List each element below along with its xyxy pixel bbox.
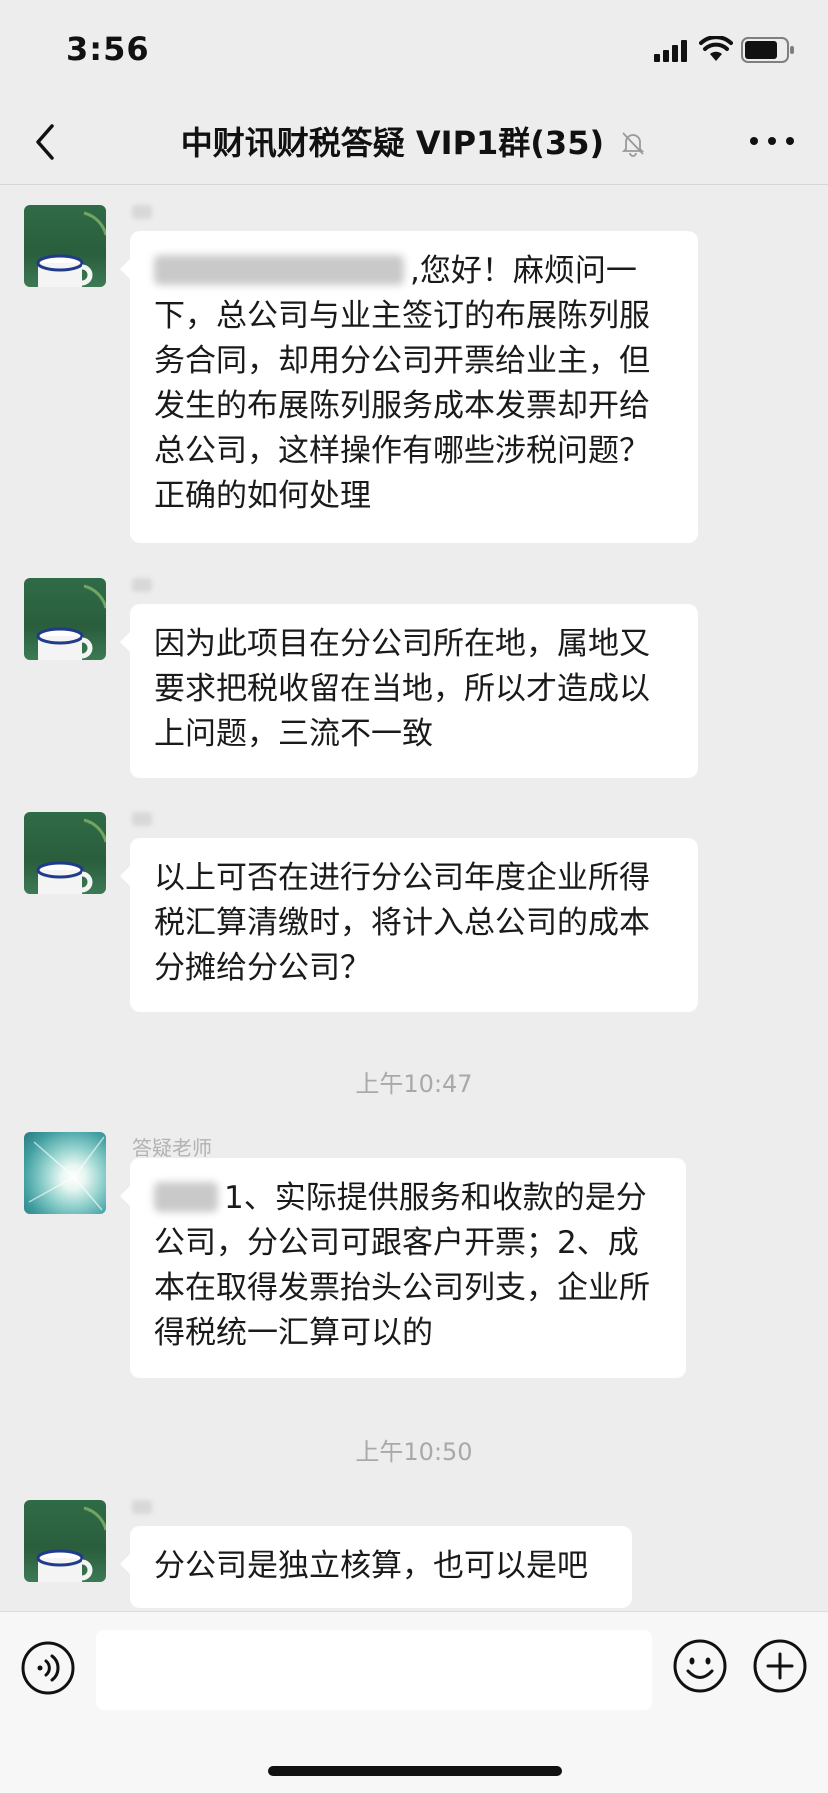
mention-redacted bbox=[154, 1182, 218, 1212]
light-burst-avatar-icon bbox=[28, 1136, 105, 1211]
mug-avatar-icon bbox=[36, 211, 106, 287]
sender-name: 答疑老师 bbox=[132, 1136, 212, 1160]
message-bubble[interactable]: 以上可否在进行分公司年度企业所得税汇算清缴时，将计入总公司的成本分摊给分公司？ bbox=[120, 838, 698, 1012]
status-bar: 3:56 bbox=[0, 0, 828, 100]
timestamp: 上午10:50 bbox=[355, 1438, 473, 1466]
status-time: 3:56 bbox=[66, 30, 150, 68]
sender-name bbox=[132, 1500, 152, 1514]
message-text: ,您好！麻烦问一下，总公司与业主签订的布展陈列服务合同，却用分公司开票给业主，但… bbox=[154, 253, 650, 514]
timestamp: 上午10:47 bbox=[355, 1070, 473, 1098]
message-bubble[interactable]: ,您好！麻烦问一下，总公司与业主签订的布展陈列服务合同，却用分公司开票给业主，但… bbox=[120, 231, 698, 543]
bell-off-icon bbox=[622, 132, 645, 157]
message-bubble[interactable]: 1、实际提供服务和收款的是分公司，分公司可跟客户开票；2、成本在取得发票抬头公司… bbox=[120, 1158, 686, 1378]
more-options-icon[interactable] bbox=[746, 124, 798, 158]
avatar[interactable] bbox=[24, 1500, 106, 1582]
smile-icon[interactable] bbox=[672, 1638, 728, 1694]
message-text: 因为此项目在分公司所在地，属地又要求把税收留在当地，所以才造成以上问题，三流不一… bbox=[154, 626, 650, 752]
mug-avatar-icon bbox=[36, 818, 106, 894]
avatar[interactable] bbox=[24, 1132, 106, 1214]
sender-name bbox=[132, 578, 152, 592]
plus-circle-icon[interactable] bbox=[752, 1638, 808, 1694]
wifi-icon bbox=[699, 36, 733, 61]
voice-icon[interactable] bbox=[20, 1640, 76, 1696]
message-text: 1、实际提供服务和收款的是分公司，分公司可跟客户开票；2、成本在取得发票抬头公司… bbox=[154, 1180, 650, 1351]
avatar[interactable] bbox=[24, 205, 106, 287]
chat-title-text: 中财讯财税答疑 VIP1群(35) bbox=[180, 124, 605, 162]
nav-bar: 中财讯财税答疑 VIP1群(35) bbox=[0, 100, 828, 185]
mug-avatar-icon bbox=[36, 1506, 106, 1582]
mention-redacted bbox=[154, 255, 404, 285]
avatar[interactable] bbox=[24, 812, 106, 894]
mug-avatar-icon bbox=[36, 584, 106, 660]
message-text: 以上可否在进行分公司年度企业所得税汇算清缴时，将计入总公司的成本分摊给分公司？ bbox=[154, 860, 650, 986]
sender-name bbox=[132, 205, 152, 219]
message-bubble[interactable]: 因为此项目在分公司所在地，属地又要求把税收留在当地，所以才造成以上问题，三流不一… bbox=[120, 604, 698, 778]
message-input[interactable] bbox=[96, 1630, 652, 1710]
battery-icon bbox=[741, 37, 794, 63]
sender-name bbox=[132, 812, 152, 826]
message-text: 分公司是独立核算，也可以是吧 bbox=[154, 1548, 588, 1584]
cellular-signal-icon bbox=[654, 40, 687, 62]
message-bubble[interactable]: 分公司是独立核算，也可以是吧 bbox=[120, 1526, 632, 1608]
chat-title: 中财讯财税答疑 VIP1群(35) bbox=[0, 118, 828, 164]
home-indicator bbox=[268, 1766, 562, 1776]
avatar[interactable] bbox=[24, 578, 106, 660]
